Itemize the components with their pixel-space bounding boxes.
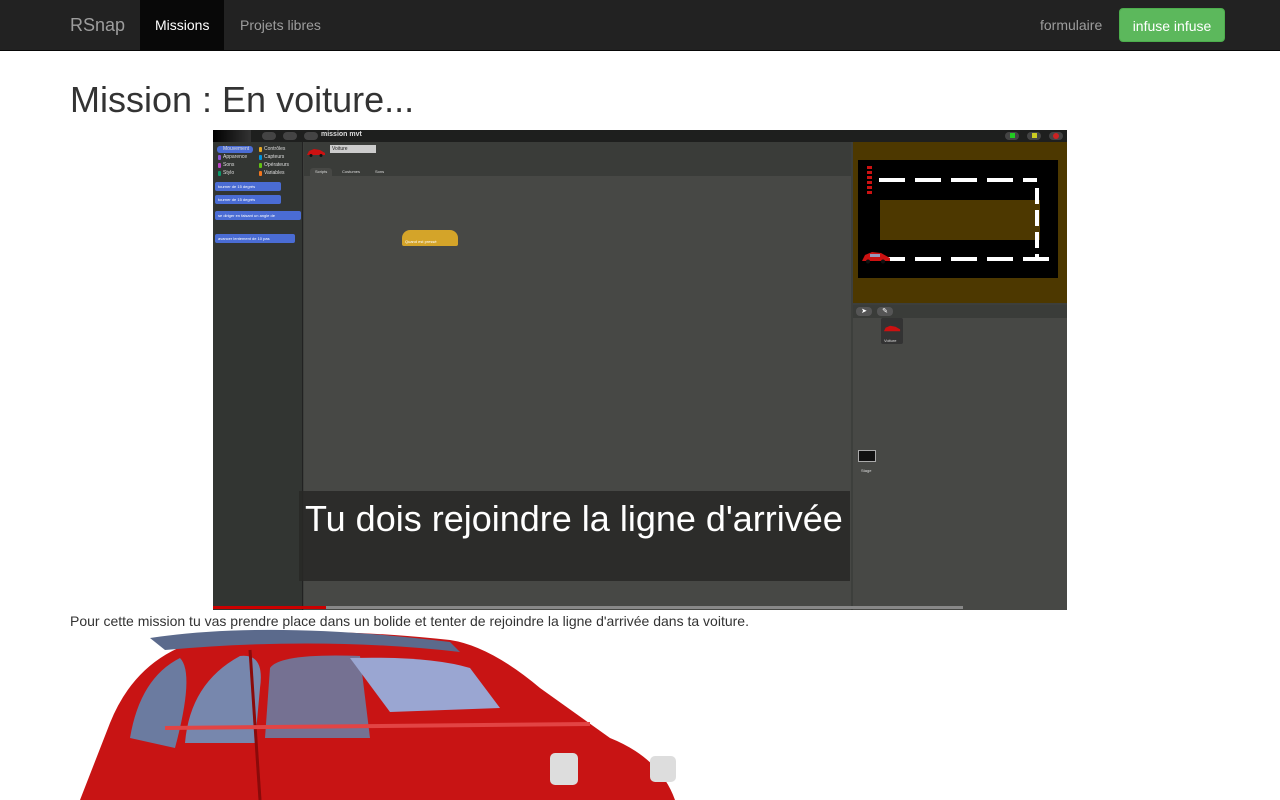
brush-icon: ✎ xyxy=(877,307,893,316)
file-icon xyxy=(262,132,276,140)
car-illustration xyxy=(80,629,676,800)
user-button[interactable]: infuse infuse xyxy=(1119,8,1225,42)
track-lane-top xyxy=(879,178,1037,182)
cloud-icon xyxy=(283,132,297,140)
track-lane-right xyxy=(1035,188,1039,258)
stage xyxy=(853,142,1067,303)
gear-icon xyxy=(304,132,318,140)
block-turn-left: tourner de 15 degrés xyxy=(215,195,281,204)
page-title: Mission : En voiture... xyxy=(70,79,415,120)
track-infield xyxy=(880,200,1040,240)
sprite-name-field: Voiture xyxy=(330,145,376,153)
sprite-thumb-label: Voiture xyxy=(884,338,897,343)
car-sprite-icon xyxy=(307,149,325,157)
block-move-slowly: avancer lentement de 10 pas xyxy=(215,234,295,243)
brand-link[interactable]: RSnap xyxy=(70,0,125,50)
nav-projets-libres[interactable]: Projets libres xyxy=(225,0,336,50)
project-name: mission mvt xyxy=(321,131,362,138)
car-thumb-icon xyxy=(883,325,901,332)
tab-sons: Sons xyxy=(370,168,390,176)
track-lane-bottom xyxy=(879,257,1057,261)
block-palette: Mouvement Apparence Sons Stylo Contrôles… xyxy=(213,142,303,610)
snap-logo xyxy=(213,130,251,142)
tab-scripts: Scripts xyxy=(310,168,333,176)
sprite-thumbnail: Voiture xyxy=(881,318,903,344)
tab-costumes: Costumes xyxy=(337,168,366,176)
category-controles: Contrôles xyxy=(258,146,294,153)
sprite-corral xyxy=(853,318,1067,610)
block-point-direction: se diriger en faisant un angle de xyxy=(215,211,301,220)
video-caption: Tu dois rejoindre la ligne d'arrivée xyxy=(299,491,850,581)
finish-line xyxy=(867,166,872,196)
nav-missions[interactable]: Missions xyxy=(140,0,225,50)
stage-thumbnail xyxy=(858,450,876,462)
category-apparence: Apparence xyxy=(217,154,253,161)
corral-toolbar: ➤ ✎ xyxy=(853,305,1067,318)
category-mouvement: Mouvement xyxy=(217,146,253,153)
video-progress-bar[interactable] xyxy=(213,606,963,609)
category-variables: Variables xyxy=(258,170,294,177)
nav-formulaire[interactable]: formulaire xyxy=(1025,0,1117,50)
snap-toolbar: mission mvt xyxy=(213,130,1067,142)
mission-video[interactable]: mission mvt Mouvement Apparence Sons Sty… xyxy=(213,130,1067,610)
block-turn-right: tourner de 15 degrés xyxy=(215,182,281,191)
hat-block: Quand est pressé xyxy=(402,230,458,246)
stop-icon xyxy=(1049,132,1063,140)
category-capteurs: Capteurs xyxy=(258,154,294,161)
category-sons: Sons xyxy=(217,162,253,169)
green-flag-icon xyxy=(1005,132,1019,140)
top-navbar: RSnap Missions Projets libres formulaire… xyxy=(0,0,1280,51)
stage-thumb-label: Stage xyxy=(861,468,872,473)
arrow-icon: ➤ xyxy=(856,307,872,316)
video-progress-fill xyxy=(213,606,326,609)
pause-icon xyxy=(1027,132,1041,140)
category-operateurs: Opérateurs xyxy=(258,162,294,169)
category-stylo: Stylo xyxy=(217,170,253,177)
car-on-track-icon xyxy=(862,252,890,264)
